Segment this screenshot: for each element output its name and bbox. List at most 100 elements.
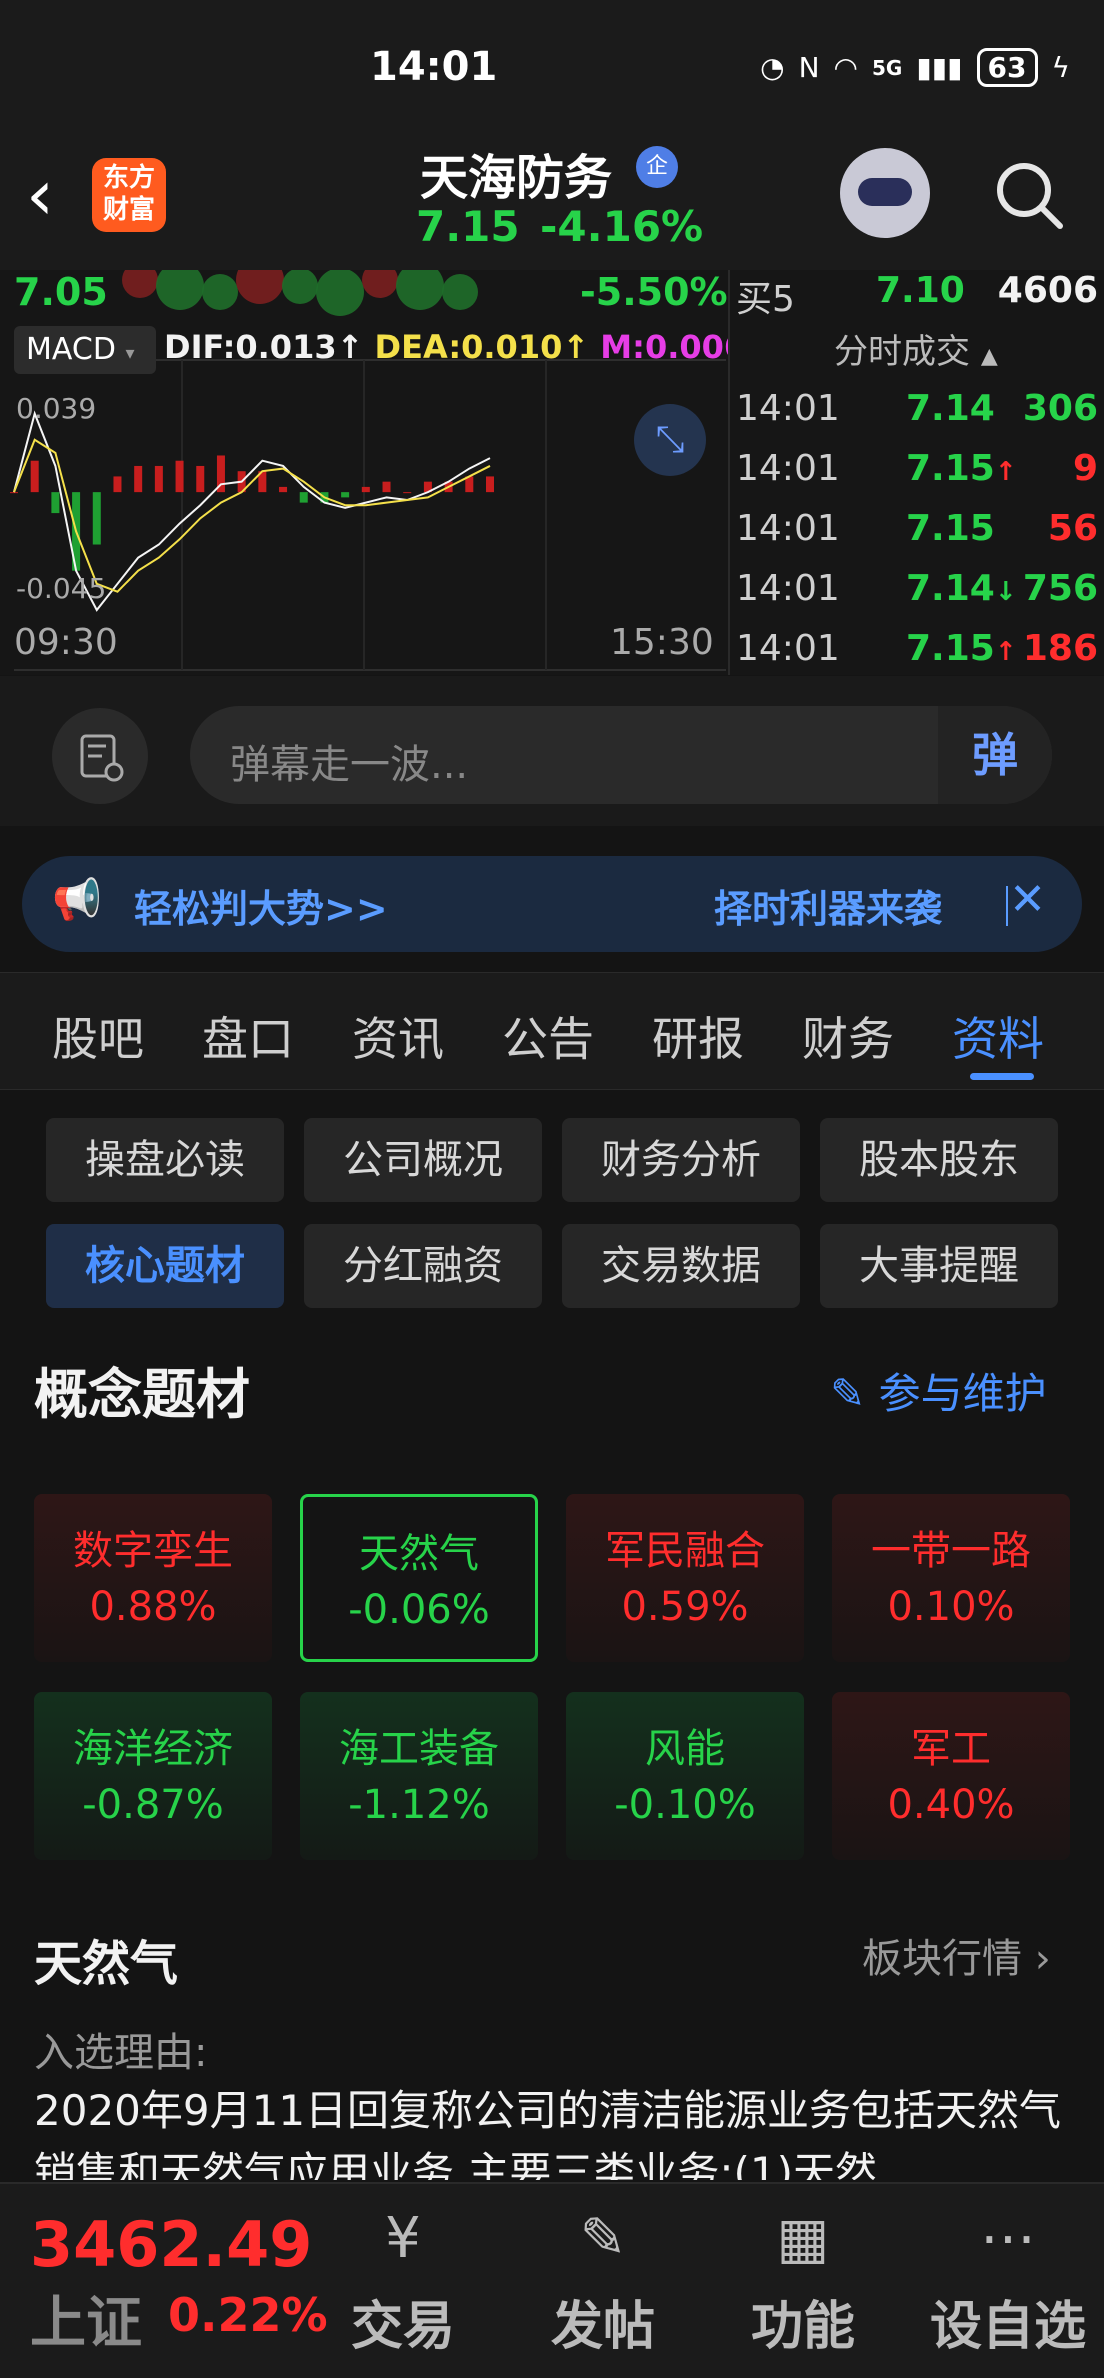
trade-price-value: 7.14 <box>906 388 995 429</box>
buy5-label: 买5 <box>736 279 795 320</box>
tab-finance[interactable]: 财务 <box>802 1003 894 1069</box>
index-ticker[interactable]: 3462.49 上证 0.22% <box>0 2184 328 2378</box>
macd-bars <box>10 455 494 571</box>
tab-news[interactable]: 资讯 <box>352 1003 444 1069</box>
trade-time: 14:01 <box>736 448 840 489</box>
volume-bubble <box>122 270 158 298</box>
concept-change: 0.40% <box>887 1782 1015 1828</box>
index-value: 3462.49 <box>30 2208 313 2281</box>
concept-name: 一带一路 <box>871 1528 1031 1574</box>
macd-values: DIF:0.013↑ DEA:0.010↑ M:0.006↑ <box>164 328 773 366</box>
subtab-trading-data[interactable]: 交易数据 <box>562 1224 800 1308</box>
maintain-label: 参与维护 <box>878 1369 1047 1418</box>
subtab-dividends[interactable]: 分红融资 <box>304 1224 542 1308</box>
concept-change: -0.06% <box>348 1587 490 1633</box>
index-name: 上证 <box>30 2291 142 2356</box>
stock-name: 天海防务 <box>420 150 613 206</box>
macd-bar <box>382 481 391 493</box>
concept-title: 概念题材 <box>34 1363 250 1426</box>
wifi-icon: ◠ <box>833 51 858 84</box>
subtab-events[interactable]: 大事提醒 <box>820 1224 1058 1308</box>
concept-change: -0.10% <box>614 1782 756 1828</box>
trades-title[interactable]: 分时成交 ▲ <box>834 324 998 373</box>
sector-quote-link[interactable]: 板块行情 › <box>862 1926 1051 1984</box>
tab-profile[interactable]: 资料 <box>952 1003 1044 1069</box>
concept-name: 天然气 <box>359 1531 479 1577</box>
subtab-company-overview[interactable]: 公司概况 <box>304 1118 542 1202</box>
macd-bar <box>279 486 288 493</box>
app-logo[interactable]: 东方 财富 <box>92 158 166 232</box>
macd-bar <box>113 476 122 493</box>
volume-bubble <box>156 270 204 310</box>
trade-time: 14:01 <box>736 568 840 609</box>
nav-post[interactable]: ✎ 发帖 <box>528 2194 678 2359</box>
edit-icon: ✎ <box>830 1369 866 1418</box>
dea-value: DEA:0.010↑ <box>374 328 590 366</box>
subtab-shareholders[interactable]: 股本股东 <box>820 1118 1058 1202</box>
trade-arrow: ↑ <box>994 637 1017 667</box>
tab-announcement[interactable]: 公告 <box>502 1003 594 1069</box>
axis-top-label: 0.039 <box>16 392 97 425</box>
trade-volume: 756 <box>1022 568 1098 609</box>
subtab-core-themes[interactable]: 核心题材 <box>46 1224 284 1308</box>
macd-bar <box>30 460 39 493</box>
danmaku-bar: 弹幕走一波... 弹 <box>0 676 1104 826</box>
trade-price: 7.15↑ <box>906 448 1017 489</box>
index-pct: 0.22% <box>168 2288 328 2342</box>
macd-bar <box>403 492 412 494</box>
subtab-trading-guide[interactable]: 操盘必读 <box>46 1118 284 1202</box>
danmaku-send-button[interactable]: 弹 <box>938 706 1052 804</box>
macd-bar <box>51 492 60 514</box>
concept-change: 0.10% <box>887 1584 1015 1630</box>
concept-card[interactable]: 数字孪生 0.88% <box>34 1494 272 1662</box>
promo-banner[interactable]: 📢 轻松判大势>> 择时利器来袭 ✕ <box>22 856 1082 952</box>
battery-icon: 63 <box>976 48 1038 87</box>
nav-post-label: 发帖 <box>550 2297 655 2357</box>
concept-card[interactable]: 天然气 -0.06% <box>300 1494 538 1662</box>
more-icon: ⋯ <box>980 2206 1036 2271</box>
dif-value: DIF:0.013↑ <box>164 328 364 366</box>
trade-price: 7.14↓ <box>906 568 1017 609</box>
axis-bottom-label: -0.045 <box>16 572 107 605</box>
tab-research[interactable]: 研报 <box>652 1003 744 1069</box>
macd-bar <box>134 465 143 493</box>
tab-guba[interactable]: 股吧 <box>52 1003 144 1069</box>
nav-watchlist[interactable]: ⋯ 设自选 <box>918 2194 1098 2359</box>
network-label: 5G <box>871 55 903 80</box>
signal-icon: ▮▮▮ <box>916 51 963 84</box>
trade-volume: 56 <box>1047 508 1098 549</box>
trade-price: 7.15↑ <box>906 628 1017 669</box>
subtab-financial-analysis[interactable]: 财务分析 <box>562 1118 800 1202</box>
yen-exchange-icon: ¥ <box>385 2206 421 2271</box>
nav-trade[interactable]: ¥ 交易 <box>328 2194 478 2359</box>
nav-functions[interactable]: ▦ 功能 <box>728 2194 878 2359</box>
concept-card[interactable]: 海工装备 -1.12% <box>300 1692 538 1860</box>
trade-volume: 186 <box>1022 628 1098 669</box>
concept-card[interactable]: 一带一路 0.10% <box>832 1494 1070 1662</box>
close-icon[interactable]: ✕ <box>1009 874 1046 925</box>
danmaku-settings-icon[interactable] <box>52 708 148 804</box>
concept-name: 风能 <box>645 1726 725 1772</box>
concept-card[interactable]: 风能 -0.10% <box>566 1692 804 1860</box>
back-icon[interactable]: ‹ <box>26 160 86 240</box>
volume-bubble <box>362 270 398 298</box>
concept-change: -0.87% <box>82 1782 224 1828</box>
macd-bar <box>92 492 101 545</box>
status-bar: 14:01 ◔ N ◠ 5G ▮▮▮ 63 ϟ <box>0 0 1104 130</box>
expand-icon[interactable]: ⤡ <box>634 404 706 476</box>
concept-card[interactable]: 军民融合 0.59% <box>566 1494 804 1662</box>
reason-text: 2020年9月11日回复称公司的清洁能源业务包括天然气销售和天然气应用业务,主要… <box>34 2086 1062 2180</box>
trade-price: 7.14 <box>906 388 995 429</box>
maintain-link[interactable]: ✎ 参与维护 <box>830 1360 1047 1421</box>
indicator-select[interactable]: MACD ▾ <box>14 326 156 374</box>
search-icon[interactable] <box>990 156 1070 236</box>
trade-price-value: 7.15 <box>906 628 995 669</box>
robot-assistant-icon[interactable] <box>840 148 930 238</box>
concept-card[interactable]: 海洋经济 -0.87% <box>34 1692 272 1860</box>
concept-name: 数字孪生 <box>73 1528 233 1574</box>
concept-card[interactable]: 军工 0.40% <box>832 1692 1070 1860</box>
danmaku-input[interactable]: 弹幕走一波... <box>190 706 1052 804</box>
tab-pankou[interactable]: 盘口 <box>202 1003 294 1069</box>
order-book[interactable]: 买5 7.10 4606 分时成交 ▲ 14:01 7.14 306 14:01 7.1… <box>728 270 1104 675</box>
concept-name: 海工装备 <box>339 1726 499 1772</box>
